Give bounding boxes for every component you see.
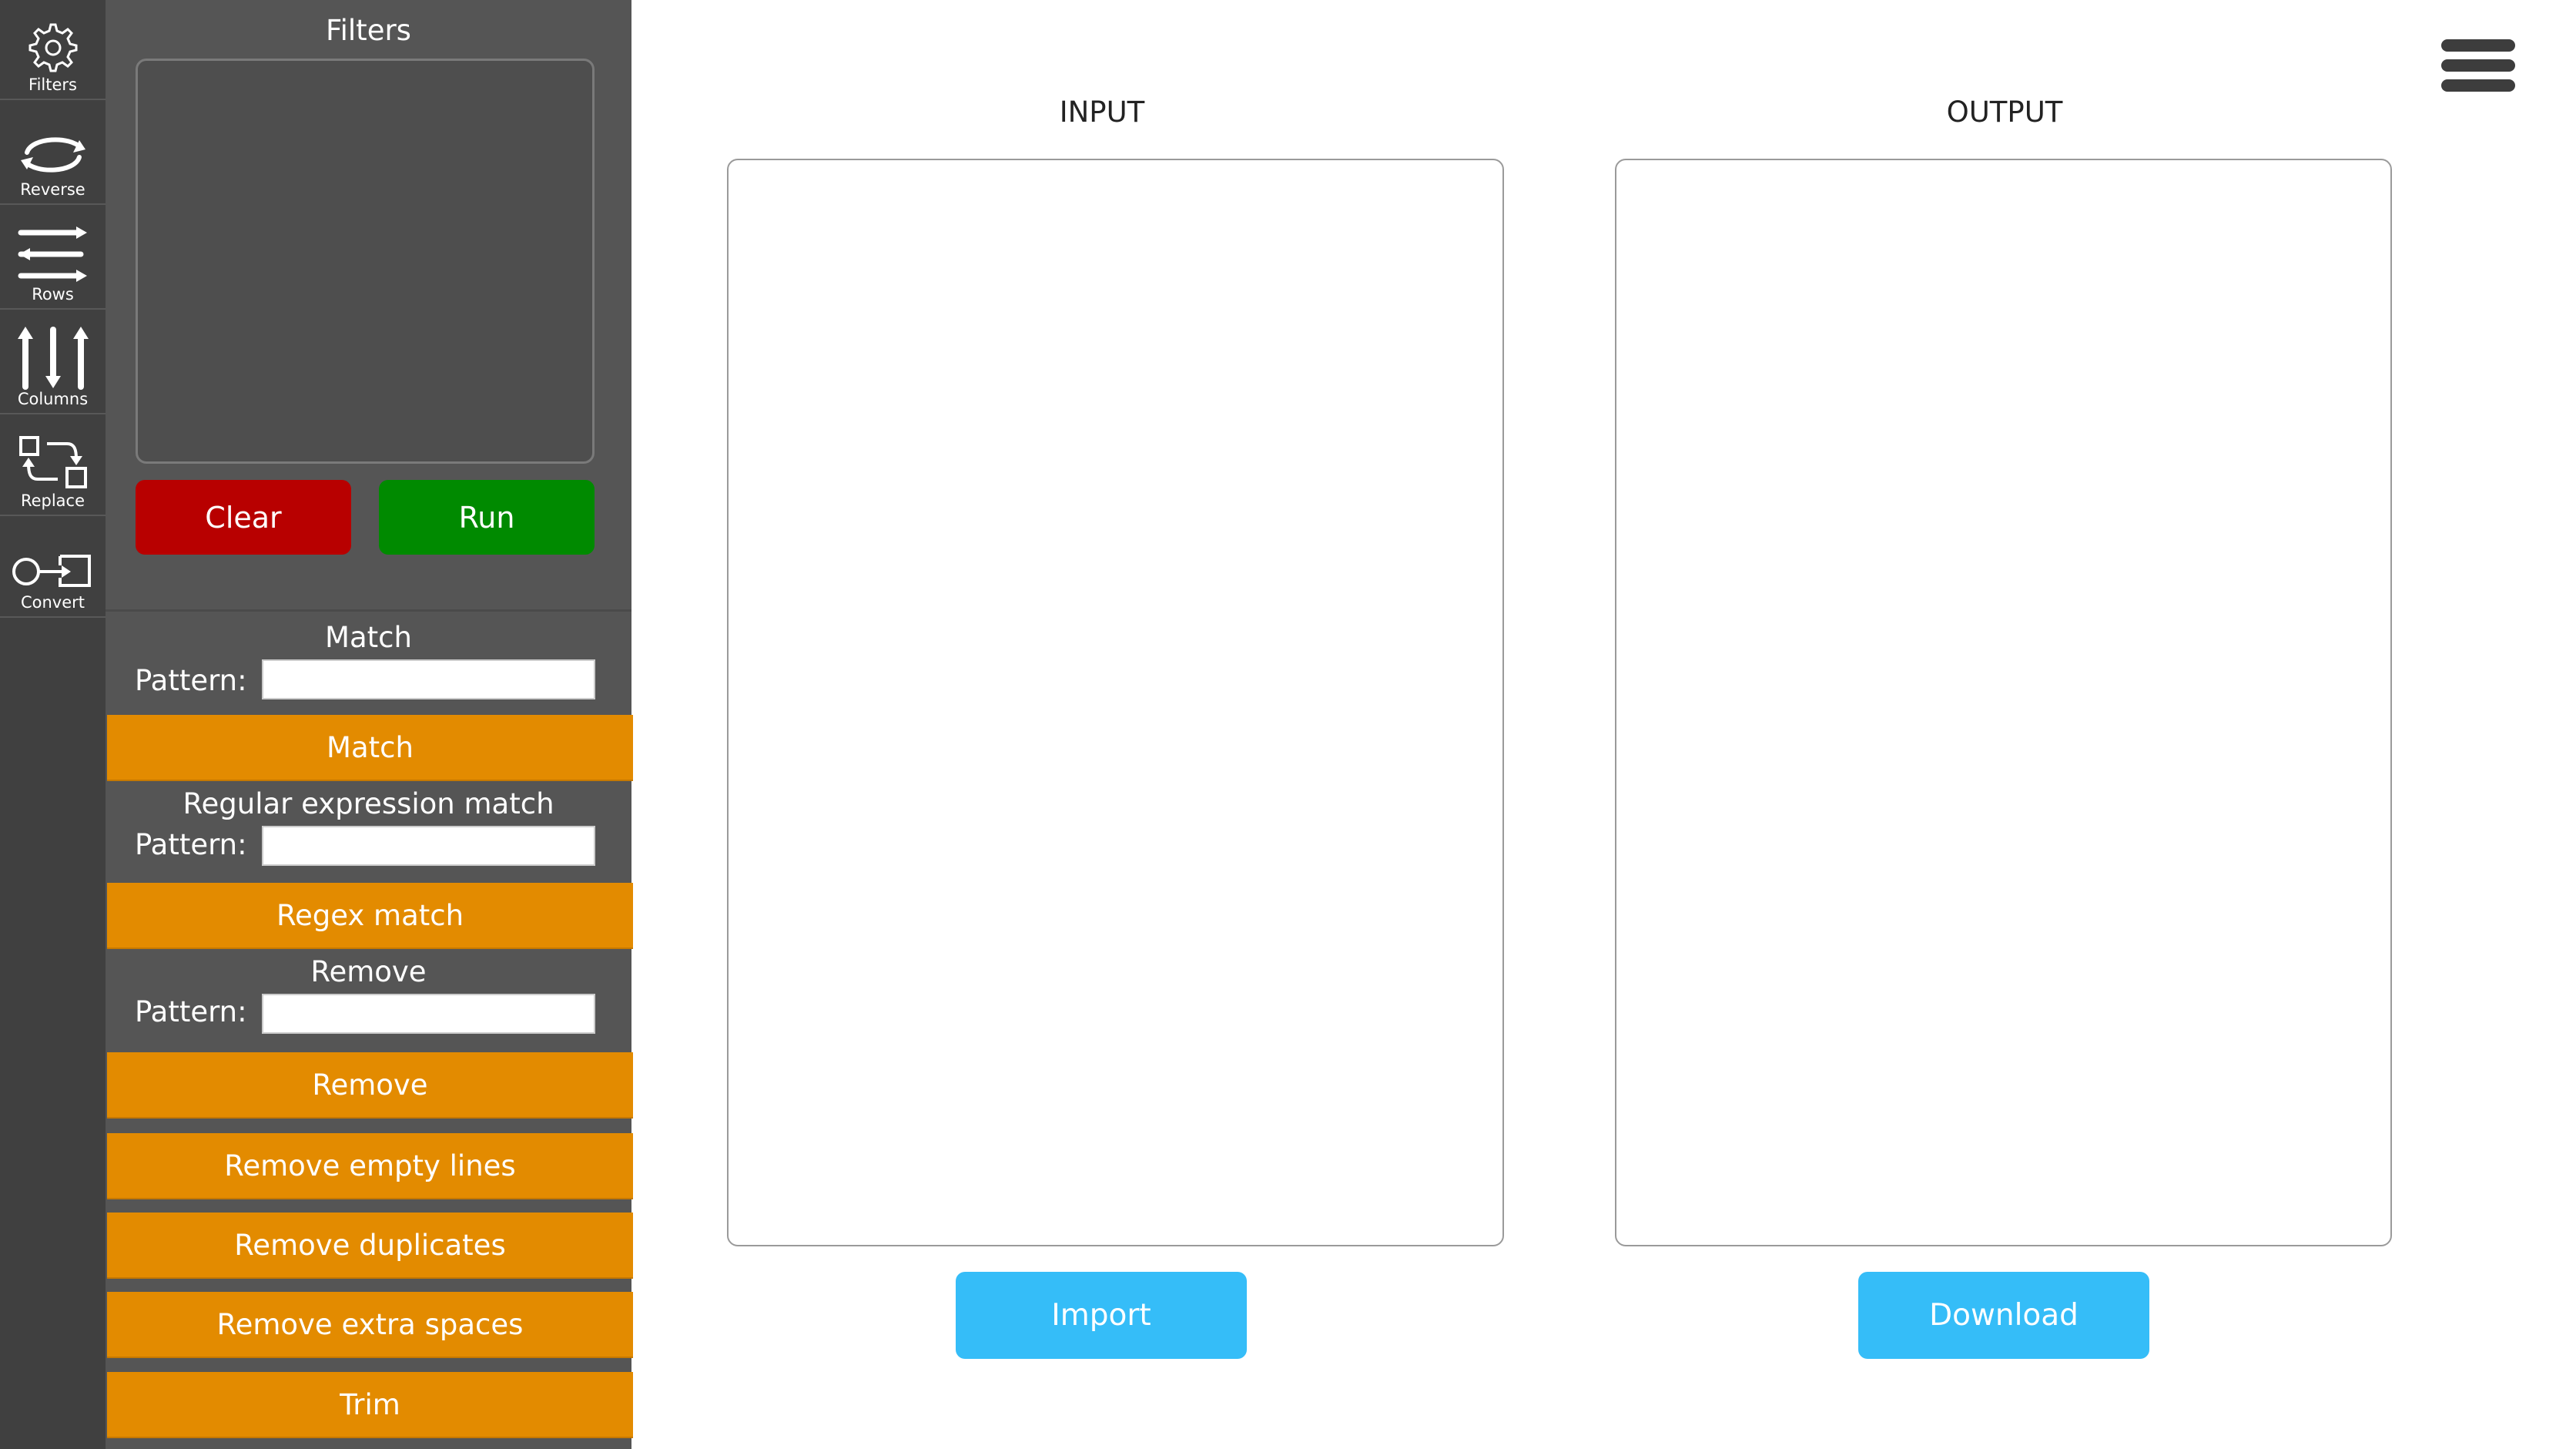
rail-label-columns: Columns bbox=[17, 390, 89, 408]
remove-empty-lines-button[interactable]: Remove empty lines bbox=[107, 1133, 633, 1199]
match-pattern-input[interactable] bbox=[262, 659, 595, 699]
sidebar-title: Filters bbox=[326, 14, 411, 47]
match-button[interactable]: Match bbox=[107, 715, 633, 781]
run-button[interactable]: Run bbox=[379, 480, 595, 555]
remove-heading: Remove bbox=[310, 955, 427, 988]
rail-label-filters: Filters bbox=[28, 75, 77, 94]
icon-rail: Filters Reverse Rows Columns Replace Con… bbox=[0, 0, 106, 1449]
remove-duplicates-button[interactable]: Remove duplicates bbox=[107, 1213, 633, 1279]
menu-icon[interactable] bbox=[2441, 36, 2515, 95]
rail-item-filters[interactable]: Filters bbox=[0, 0, 106, 100]
columns-icon bbox=[17, 327, 89, 390]
rail-item-rows[interactable]: Rows bbox=[0, 206, 106, 310]
rail-item-reverse[interactable]: Reverse bbox=[0, 102, 106, 205]
reverse-icon bbox=[20, 137, 85, 173]
match-pattern-label: Pattern: bbox=[135, 664, 247, 697]
regex-heading: Regular expression match bbox=[183, 787, 554, 820]
remove-extra-spaces-button[interactable]: Remove extra spaces bbox=[107, 1292, 633, 1358]
import-button[interactable]: Import bbox=[956, 1272, 1247, 1359]
input-label: INPUT bbox=[1059, 96, 1145, 129]
remove-pattern-input[interactable] bbox=[262, 994, 595, 1034]
menu-bar-middle bbox=[2441, 59, 2515, 72]
menu-bar-top bbox=[2441, 39, 2515, 52]
regex-pattern-input[interactable] bbox=[262, 826, 595, 866]
regex-match-button[interactable]: Regex match bbox=[107, 883, 633, 949]
regex-pattern-label: Pattern: bbox=[135, 828, 247, 861]
output-textarea[interactable] bbox=[1615, 159, 2392, 1246]
rail-label-reverse: Reverse bbox=[20, 180, 85, 199]
clear-button[interactable]: Clear bbox=[136, 480, 351, 555]
app: Filters Reverse Rows Columns Replace Con… bbox=[0, 0, 2576, 1449]
filters-sidebar: Filters Clear Run Match Pattern: Match R… bbox=[106, 0, 633, 1449]
filters-list[interactable] bbox=[136, 59, 595, 464]
sidebar-divider bbox=[106, 609, 631, 612]
download-button[interactable]: Download bbox=[1858, 1272, 2149, 1359]
rail-item-replace[interactable]: Replace bbox=[0, 416, 106, 516]
remove-pattern-label: Pattern: bbox=[135, 995, 247, 1028]
match-heading: Match bbox=[325, 621, 412, 654]
rows-icon bbox=[18, 226, 87, 282]
output-label: OUTPUT bbox=[1946, 96, 2063, 129]
rail-label-rows: Rows bbox=[32, 285, 74, 304]
rail-item-columns[interactable]: Columns bbox=[0, 311, 106, 414]
gear-icon bbox=[28, 23, 77, 72]
rail-label-convert: Convert bbox=[20, 593, 85, 612]
rail-label-replace: Replace bbox=[20, 491, 85, 510]
trim-button[interactable]: Trim bbox=[107, 1372, 633, 1438]
rail-item-convert[interactable]: Convert bbox=[0, 518, 106, 618]
input-textarea[interactable] bbox=[727, 159, 1504, 1246]
replace-icon bbox=[18, 436, 87, 488]
remove-button[interactable]: Remove bbox=[107, 1052, 633, 1119]
convert-icon bbox=[12, 555, 91, 587]
menu-bar-bottom bbox=[2441, 79, 2515, 92]
